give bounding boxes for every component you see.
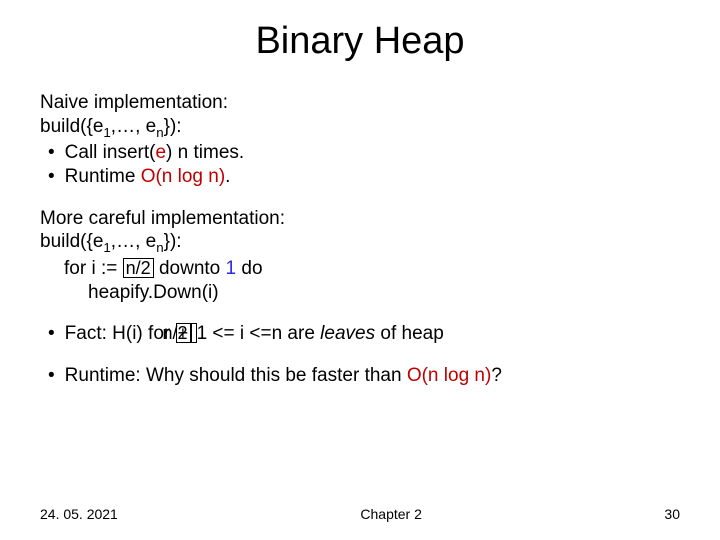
bullet-icon xyxy=(48,166,65,187)
fact-mid: 1 <= i <=n are xyxy=(197,323,321,344)
for-one: 1 xyxy=(226,258,237,279)
fact-line: Fact: H(i) for n/2+1 <= i <=n are leaves… xyxy=(40,322,680,346)
for-mid: downto xyxy=(159,258,226,279)
cbuild-mid: ,…, e xyxy=(111,231,156,252)
bullet-icon xyxy=(48,142,65,163)
for-post: do xyxy=(236,258,262,279)
rq-post: ? xyxy=(491,365,502,386)
call-post: ) n times. xyxy=(166,142,244,163)
runtime-question: Runtime: Why should this be faster than … xyxy=(40,364,680,388)
footer-chapter: Chapter 2 xyxy=(360,506,421,522)
rq-o: O(n log n) xyxy=(407,365,491,386)
slide: Binary Heap Naive implementation: build(… xyxy=(0,0,720,540)
cbuild-pre: build({e xyxy=(40,231,103,252)
runtime-post: . xyxy=(225,166,230,187)
naive-heading: Naive implementation: xyxy=(40,91,680,115)
call-pre: Call insert( xyxy=(65,142,156,163)
fact-pre: Fact: H(i) for xyxy=(65,323,176,344)
bullet-icon xyxy=(48,323,65,344)
build-pre: build({e xyxy=(40,116,103,137)
fact-leaves: leaves xyxy=(320,323,375,344)
footer-date: 24. 05. 2021 xyxy=(40,506,118,522)
page-title: Binary Heap xyxy=(40,20,680,63)
heapify-line: heapify.Down(i) xyxy=(40,281,680,305)
floor-icon: n/2 xyxy=(123,258,154,278)
build-post: }): xyxy=(164,116,182,137)
careful-heading: More careful implementation: xyxy=(40,207,680,231)
for-line: for i := n/2 downto 1 do xyxy=(40,257,680,281)
careful-block: More careful implementation: build({e1,…… xyxy=(40,207,680,305)
csub-1: 1 xyxy=(103,240,110,255)
sub-1: 1 xyxy=(103,125,110,140)
call-arg: e xyxy=(155,142,166,163)
fact-post: of heap xyxy=(375,323,444,344)
naive-block: Naive implementation: build({e1,…, en}):… xyxy=(40,91,680,189)
runtime-pre: Runtime xyxy=(65,166,141,187)
footer: 24. 05. 2021 Chapter 2 30 xyxy=(0,506,720,522)
csub-n: n xyxy=(156,240,163,255)
footer-page: 30 xyxy=(664,506,680,522)
rq-pre: Runtime: Why should this be faster than xyxy=(65,365,407,386)
bullet-icon xyxy=(48,365,65,386)
naive-runtime-line: Runtime O(n log n). xyxy=(40,165,680,189)
runtime-o: O(n log n) xyxy=(141,166,225,187)
build-mid: ,…, e xyxy=(111,116,156,137)
naive-build-line: build({e1,…, en}): xyxy=(40,115,680,141)
sub-n: n xyxy=(156,125,163,140)
cbuild-post: }): xyxy=(164,231,182,252)
for-pre: for i := xyxy=(64,258,117,279)
naive-call-line: Call insert(e) n times. xyxy=(40,141,680,165)
careful-build-line: build({e1,…, en}): xyxy=(40,230,680,256)
